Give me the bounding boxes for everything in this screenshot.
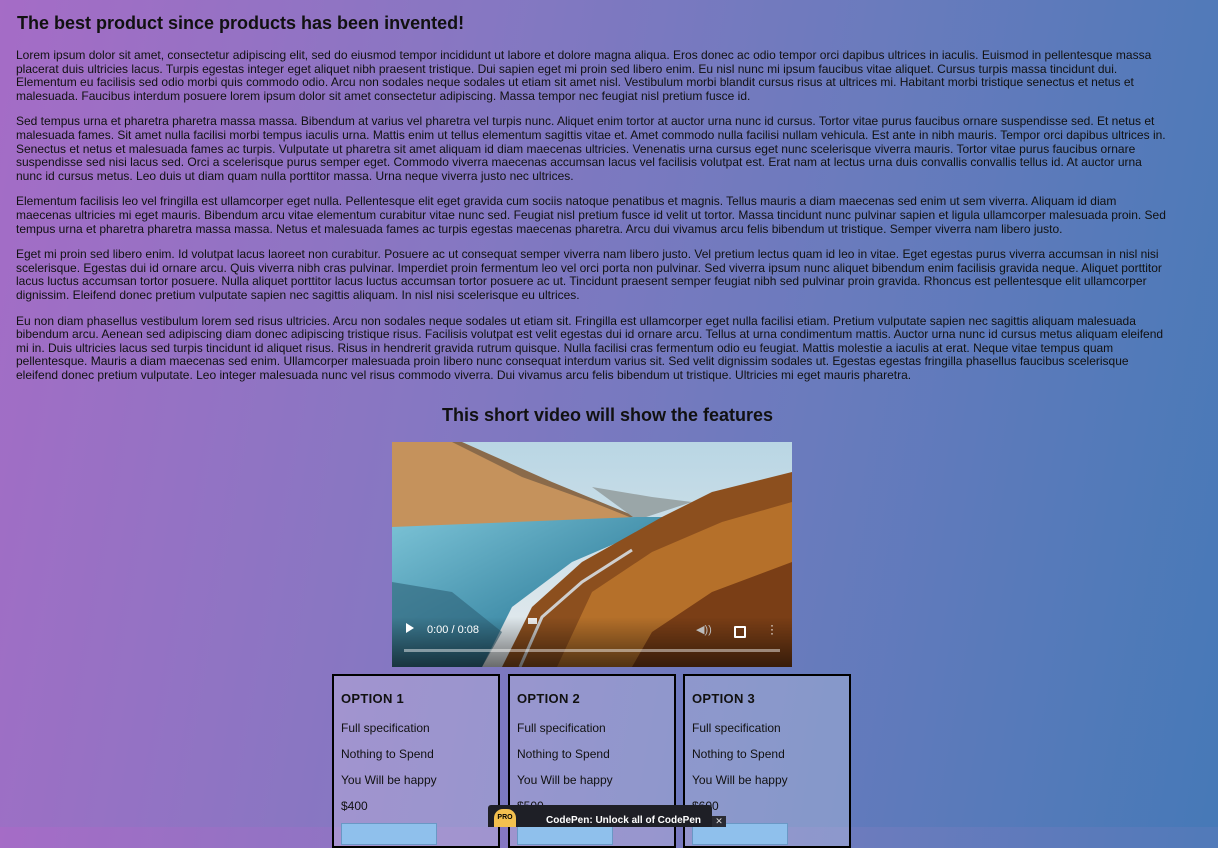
paragraph-5: Eu non diam phasellus vestibulum lorem s… xyxy=(16,313,1164,382)
more-options-icon[interactable]: · · · xyxy=(770,619,774,639)
option-feature: Full specification xyxy=(517,721,606,735)
video-time: 0:00 / 0:08 xyxy=(427,624,479,636)
paragraph-3: Elementum facilisis leo vel fringilla es… xyxy=(16,194,1166,236)
option-feature: Full specification xyxy=(692,721,781,735)
video-player[interactable]: 0:00 / 0:08 ◀)) · · · xyxy=(392,442,792,667)
select-option-1-button[interactable] xyxy=(341,823,437,845)
video-progress-bar[interactable] xyxy=(404,649,780,652)
option-feature: Nothing to Spend xyxy=(341,747,434,761)
option-title: OPTION 2 xyxy=(517,691,581,706)
volume-icon[interactable]: ◀)) xyxy=(696,623,712,636)
option-feature: Full specification xyxy=(341,721,430,735)
option-feature: You Will be happy xyxy=(517,773,613,787)
page-title: The best product since products has been… xyxy=(17,13,465,33)
option-feature: Nothing to Spend xyxy=(692,747,785,761)
option-title: OPTION 3 xyxy=(692,691,756,706)
paragraph-4: Eget mi proin sed libero enim. Id volutp… xyxy=(16,247,1162,302)
paragraph-1: Lorem ipsum dolor sit amet, consectetur … xyxy=(16,48,1152,103)
codepen-pro-banner[interactable]: PRO CodePen: Unlock all of CodePen ✕ xyxy=(488,805,726,827)
pro-logo-icon: PRO xyxy=(494,809,516,827)
option-feature: Nothing to Spend xyxy=(517,747,610,761)
paragraph-2: Sed tempus urna et pharetra pharetra mas… xyxy=(16,114,1166,183)
option-price: $400 xyxy=(341,799,368,813)
option-feature: You Will be happy xyxy=(692,773,788,787)
play-icon[interactable] xyxy=(406,623,414,633)
main-content: The best product since products has been… xyxy=(16,0,1166,425)
banner-text: CodePen: Unlock all of CodePen xyxy=(546,815,702,826)
close-icon[interactable]: ✕ xyxy=(712,816,726,827)
option-card-1: OPTION 1 Full specification Nothing to S… xyxy=(332,674,500,848)
option-title: OPTION 1 xyxy=(341,691,405,706)
fullscreen-icon[interactable] xyxy=(734,626,746,638)
option-feature: You Will be happy xyxy=(341,773,437,787)
video-heading: This short video will show the features xyxy=(441,405,774,425)
